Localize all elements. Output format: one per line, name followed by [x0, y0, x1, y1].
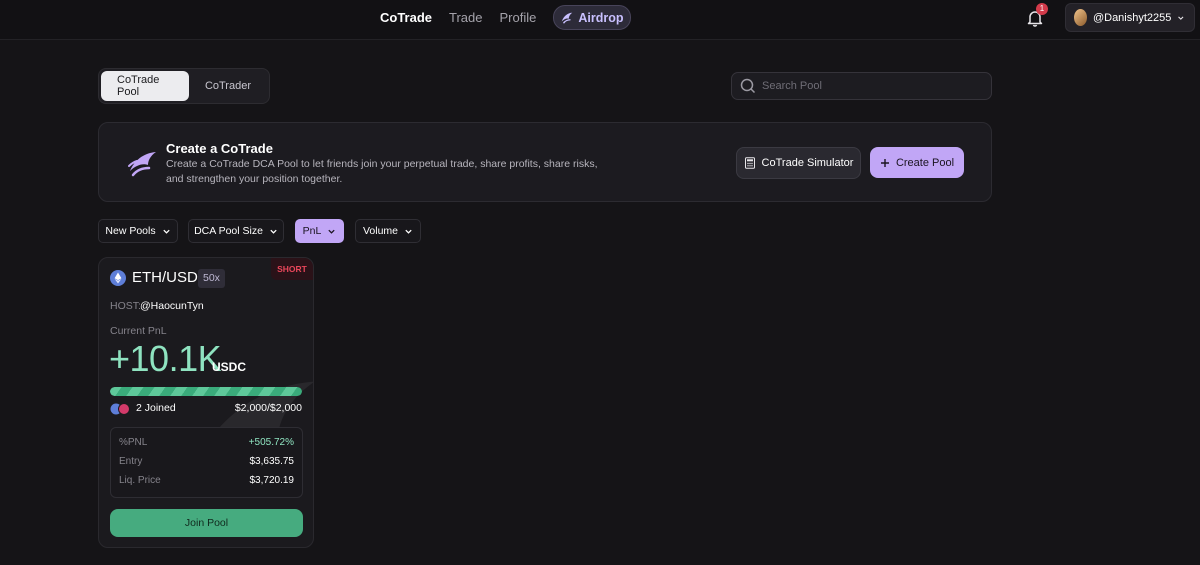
progress-fill — [110, 387, 302, 396]
chevron-down-icon — [1178, 15, 1184, 20]
create-cotrade-banner: Create a CoTrade Create a CoTrade DCA Po… — [98, 122, 992, 202]
stat-label: Liq. Price — [119, 475, 161, 486]
nav-profile[interactable]: Profile — [500, 10, 537, 25]
pair-symbol: ETH/USD — [132, 269, 198, 286]
create-pool-button[interactable]: Create Pool — [870, 147, 964, 178]
airdrop-logo-icon — [562, 12, 573, 24]
user-handle: @Danishyt2255 — [1092, 11, 1172, 24]
simulator-label: CoTrade Simulator — [761, 157, 854, 169]
ethereum-icon — [110, 270, 126, 286]
filter-label: Volume — [362, 225, 399, 237]
search-box — [731, 72, 992, 100]
filter-label: PnL — [302, 225, 322, 237]
pnl-label: Current PnL — [110, 325, 167, 337]
pnl-unit: USDC — [212, 360, 247, 374]
joined-count: 2 Joined — [136, 402, 176, 414]
plus-icon — [880, 158, 889, 167]
pool-progress-bar — [110, 387, 302, 396]
search-input[interactable] — [762, 80, 962, 92]
stat-value: $3,635.75 — [249, 456, 295, 467]
pnl-value: +10.1K — [109, 338, 222, 379]
leverage-badge: 50x — [198, 269, 225, 288]
stat-value: $3,720.19 — [249, 475, 295, 486]
host-label: HOST: — [110, 300, 141, 312]
filter-volume[interactable]: Volume — [355, 219, 421, 243]
stat-row-pnl-percent: %PNL +505.72% — [119, 437, 294, 451]
top-bar: CoTrade Trade Profile Airdrop 1 @Danishy… — [0, 0, 1200, 40]
filter-dca-pool-size[interactable]: DCA Pool Size — [188, 219, 284, 243]
chevron-down-icon — [405, 229, 412, 234]
tab-cotrader[interactable]: CoTrader — [189, 71, 267, 101]
nav-trade[interactable]: Trade — [449, 10, 482, 25]
notification-badge: 1 — [1036, 3, 1048, 15]
main-nav: CoTrade Trade Profile Airdrop — [380, 5, 631, 30]
stat-label: %PNL — [119, 437, 148, 448]
join-pool-button[interactable]: Join Pool — [110, 509, 303, 537]
airdrop-button[interactable]: Airdrop — [553, 5, 631, 30]
banner-description: Create a CoTrade DCA Pool to let friends… — [166, 158, 598, 185]
joined-avatars — [110, 403, 130, 415]
stat-value: +505.72% — [248, 437, 294, 448]
stat-label: Entry — [119, 456, 143, 467]
chevron-down-icon — [162, 229, 170, 234]
tab-cotrade-pool[interactable]: CoTrade Pool — [101, 71, 189, 101]
side-badge: SHORT — [271, 258, 313, 280]
pool-stats: %PNL +505.72% Entry $3,635.75 Liq. Price… — [110, 427, 303, 498]
stat-row-entry: Entry $3,635.75 — [119, 456, 294, 470]
nav-cotrade[interactable]: CoTrade — [380, 10, 432, 25]
chevron-down-icon — [270, 229, 277, 234]
create-pool-label: Create Pool — [895, 156, 955, 169]
filter-new-pools[interactable]: New Pools — [98, 219, 178, 243]
filter-label: New Pools — [105, 225, 156, 237]
filter-label: DCA Pool Size — [194, 225, 263, 237]
pool-tabs: CoTrade Pool CoTrader — [98, 68, 270, 104]
pool-card[interactable]: SHORT ETH/USD 50x HOST: @HaocunTyn Curre… — [98, 257, 314, 548]
calculator-icon — [744, 157, 755, 169]
avatar — [1074, 9, 1087, 26]
chevron-down-icon — [328, 229, 335, 234]
cotrade-logo-icon — [128, 152, 156, 177]
user-menu[interactable]: @Danishyt2255 — [1065, 3, 1195, 32]
pool-amount: $2,000/$2,000 — [234, 402, 302, 414]
cotrade-simulator-button[interactable]: CoTrade Simulator — [736, 147, 861, 179]
stat-row-liq-price: Liq. Price $3,720.19 — [119, 475, 294, 489]
airdrop-label: Airdrop — [578, 10, 624, 25]
filter-pnl[interactable]: PnL — [295, 219, 344, 243]
search-icon — [740, 78, 756, 94]
host-name[interactable]: @HaocunTyn — [140, 300, 204, 312]
banner-title: Create a CoTrade — [166, 141, 273, 156]
